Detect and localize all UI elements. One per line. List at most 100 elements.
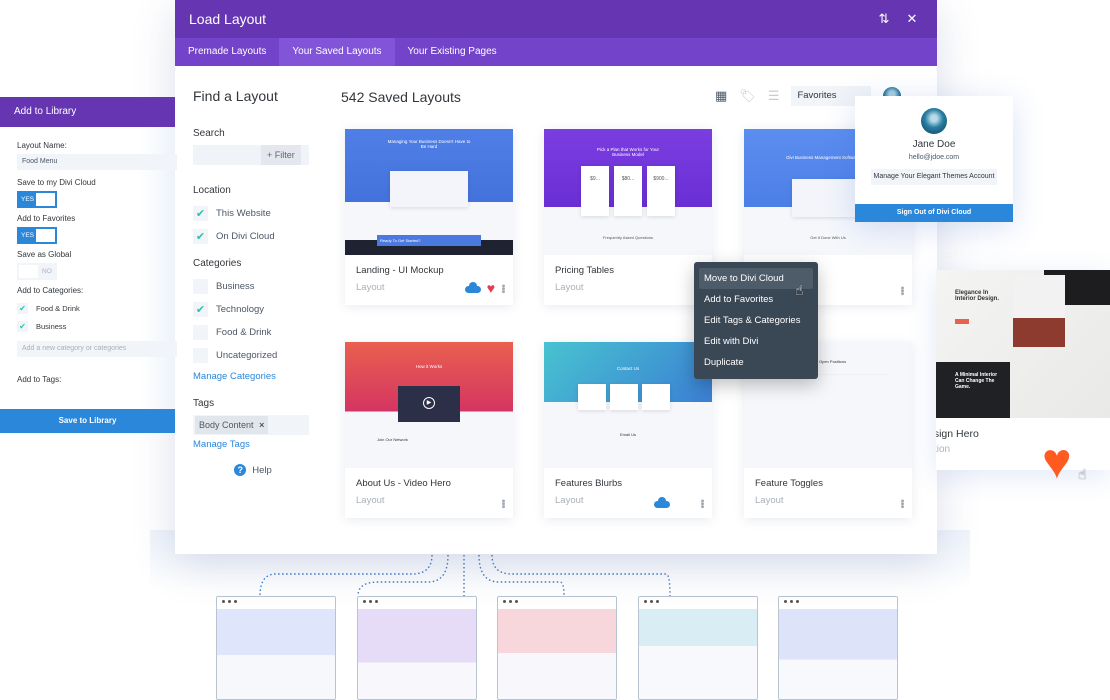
card-preview: Contact Us Email Us: [544, 342, 712, 468]
checkbox-empty[interactable]: [193, 279, 208, 294]
card-title: Landing - UI Mockup: [356, 265, 444, 276]
favorite-heart-icon[interactable]: ♥: [1042, 436, 1072, 486]
help-icon: ?: [234, 464, 247, 476]
menu-item-edit-tags-categories[interactable]: Edit Tags & Categories: [699, 310, 813, 331]
tag-remove-icon[interactable]: ×: [259, 420, 264, 430]
category-technology[interactable]: ✔ Technology: [193, 298, 313, 321]
checkbox-checked-icon[interactable]: ✔: [17, 302, 28, 314]
profile-avatar: [921, 108, 947, 134]
toggle-state: YES: [21, 232, 35, 239]
layout-name-input[interactable]: Food Menu: [17, 154, 177, 170]
preview-window-video: [497, 596, 617, 700]
manage-categories-link[interactable]: Manage Categories: [193, 371, 313, 382]
tag-icon[interactable]: 🏷: [739, 88, 756, 104]
save-to-library-button[interactable]: Save to Library: [0, 409, 175, 433]
add-to-favorites-toggle[interactable]: YES: [17, 227, 57, 244]
sign-out-button[interactable]: Sign Out of Divi Cloud: [855, 204, 1013, 222]
library-category-business[interactable]: ✔ Business: [17, 317, 175, 335]
manage-account-button[interactable]: Manage Your Elegant Themes Account: [871, 169, 997, 185]
heart-icon[interactable]: ♥: [487, 281, 495, 295]
filter-sidebar: Find a Layout Search + Filter Location ✔…: [193, 88, 313, 476]
price-col: $9...: [581, 166, 609, 216]
hand-cursor-icon: ☝: [1078, 466, 1087, 482]
preview-dashboard: [792, 179, 862, 217]
price-value: $900...: [653, 176, 669, 182]
more-options-icon[interactable]: •••: [497, 284, 509, 293]
connector-1: [259, 554, 433, 597]
preview-heading: Managing Your Business Doesn't Have to B…: [387, 139, 471, 149]
toggle-state: YES: [21, 196, 35, 203]
price-col: $80...: [614, 166, 642, 216]
tags-input[interactable]: Body Content ×: [193, 415, 309, 435]
menu-item-duplicate[interactable]: Duplicate: [699, 352, 813, 373]
preview-window-blurbs: [638, 596, 758, 700]
price-value: $80...: [621, 176, 635, 182]
cloud-icon[interactable]: [464, 282, 481, 293]
price-value: $9...: [590, 176, 600, 182]
checkbox-checked-icon[interactable]: ✔: [193, 206, 208, 221]
profile-name: Jane Doe: [912, 139, 956, 150]
library-panel-title: Add to Library: [0, 97, 175, 127]
connector-2: [357, 554, 449, 597]
save-as-global-label: Save as Global: [17, 250, 72, 259]
manage-tags-link[interactable]: Manage Tags: [193, 439, 313, 450]
checkbox-empty[interactable]: [193, 348, 208, 363]
card-preview: Pick a Plan that Works for Your Business…: [544, 129, 712, 255]
hero-preview-button: [955, 319, 969, 324]
layout-card-pricing[interactable]: Pick a Plan that Works for Your Business…: [544, 129, 712, 305]
filter-button[interactable]: + Filter: [261, 145, 301, 165]
new-category-input[interactable]: Add a new category or categories: [17, 341, 177, 357]
modal-header: Load Layout ⇅ ✕: [175, 0, 937, 38]
checkbox-checked-icon[interactable]: ✔: [193, 229, 208, 244]
add-to-tags-label: Add to Tags:: [17, 375, 62, 384]
tags-label: Tags: [193, 398, 215, 409]
more-options-icon[interactable]: •••: [497, 499, 509, 508]
location-this-website[interactable]: ✔ This Website: [193, 202, 313, 225]
preview-window-landing: [216, 596, 336, 700]
more-options-icon[interactable]: •••: [696, 499, 708, 508]
checkbox-checked-icon[interactable]: ✔: [193, 302, 208, 317]
category-food-drink[interactable]: Food & Drink: [193, 321, 313, 344]
help-button[interactable]: ? Help: [193, 464, 313, 476]
save-as-global-toggle[interactable]: NO: [17, 263, 57, 280]
location-divi-cloud[interactable]: ✔ On Divi Cloud: [193, 225, 313, 248]
location-label: Location: [193, 185, 231, 196]
grid-icon[interactable]: ▦: [715, 88, 727, 104]
toggle-state: NO: [42, 268, 52, 275]
tab-premade-layouts[interactable]: Premade Layouts: [175, 38, 279, 66]
sort-icon[interactable]: ⇅: [873, 11, 895, 27]
more-options-icon[interactable]: •••: [896, 286, 908, 295]
search-input[interactable]: [193, 145, 261, 165]
blurb: [610, 384, 638, 410]
category-business[interactable]: Business: [193, 275, 313, 298]
menu-item-edit-with-divi[interactable]: Edit with Divi: [699, 331, 813, 352]
category-label-text: Food & Drink: [36, 303, 80, 313]
design-hero-card[interactable]: Elegance In Interior Design. A Minimal I…: [936, 270, 1110, 470]
hero-preview: Elegance In Interior Design. A Minimal I…: [936, 270, 1110, 418]
tab-your-existing-pages[interactable]: Your Existing Pages: [395, 38, 510, 66]
checkbox-empty[interactable]: [193, 325, 208, 340]
layout-card-landing[interactable]: Managing Your Business Doesn't Have to B…: [345, 129, 513, 305]
preview-video: ▶: [398, 386, 460, 422]
more-options-icon[interactable]: •••: [896, 499, 908, 508]
list-icon[interactable]: ☰: [768, 88, 780, 104]
profile-email: hello@jdoe.com: [908, 154, 960, 161]
layout-context-menu: Move to Divi Cloud Add to Favorites Edit…: [694, 262, 818, 379]
preview-cta: Ready To Get Started?: [377, 235, 481, 246]
checkbox-checked-icon[interactable]: ✔: [17, 320, 28, 332]
tab-your-saved-layouts[interactable]: Your Saved Layouts: [279, 38, 395, 66]
close-icon[interactable]: ✕: [901, 11, 923, 27]
category-uncategorized[interactable]: Uncategorized: [193, 344, 313, 367]
hero-preview-dark-panel: A Minimal Interior Can Change The Game.: [936, 362, 1010, 418]
layout-card-features-blurbs[interactable]: Contact Us Email Us Features Blurbs Layo…: [544, 342, 712, 518]
hero-preview-photo: [1013, 275, 1065, 347]
preview-sub: Join Our Network: [377, 437, 408, 442]
layout-name-label: Layout Name:: [17, 141, 67, 150]
library-category-food-drink[interactable]: ✔ Food & Drink: [17, 299, 175, 317]
preview-window-pricing: [357, 596, 477, 700]
cloud-icon[interactable]: [654, 497, 670, 508]
save-to-cloud-toggle[interactable]: YES: [17, 191, 57, 208]
card-type: Layout: [755, 495, 784, 506]
layout-card-video-hero[interactable]: How it Works ▶ Join Our Network About Us…: [345, 342, 513, 518]
hero-card-type: ction: [936, 444, 951, 455]
